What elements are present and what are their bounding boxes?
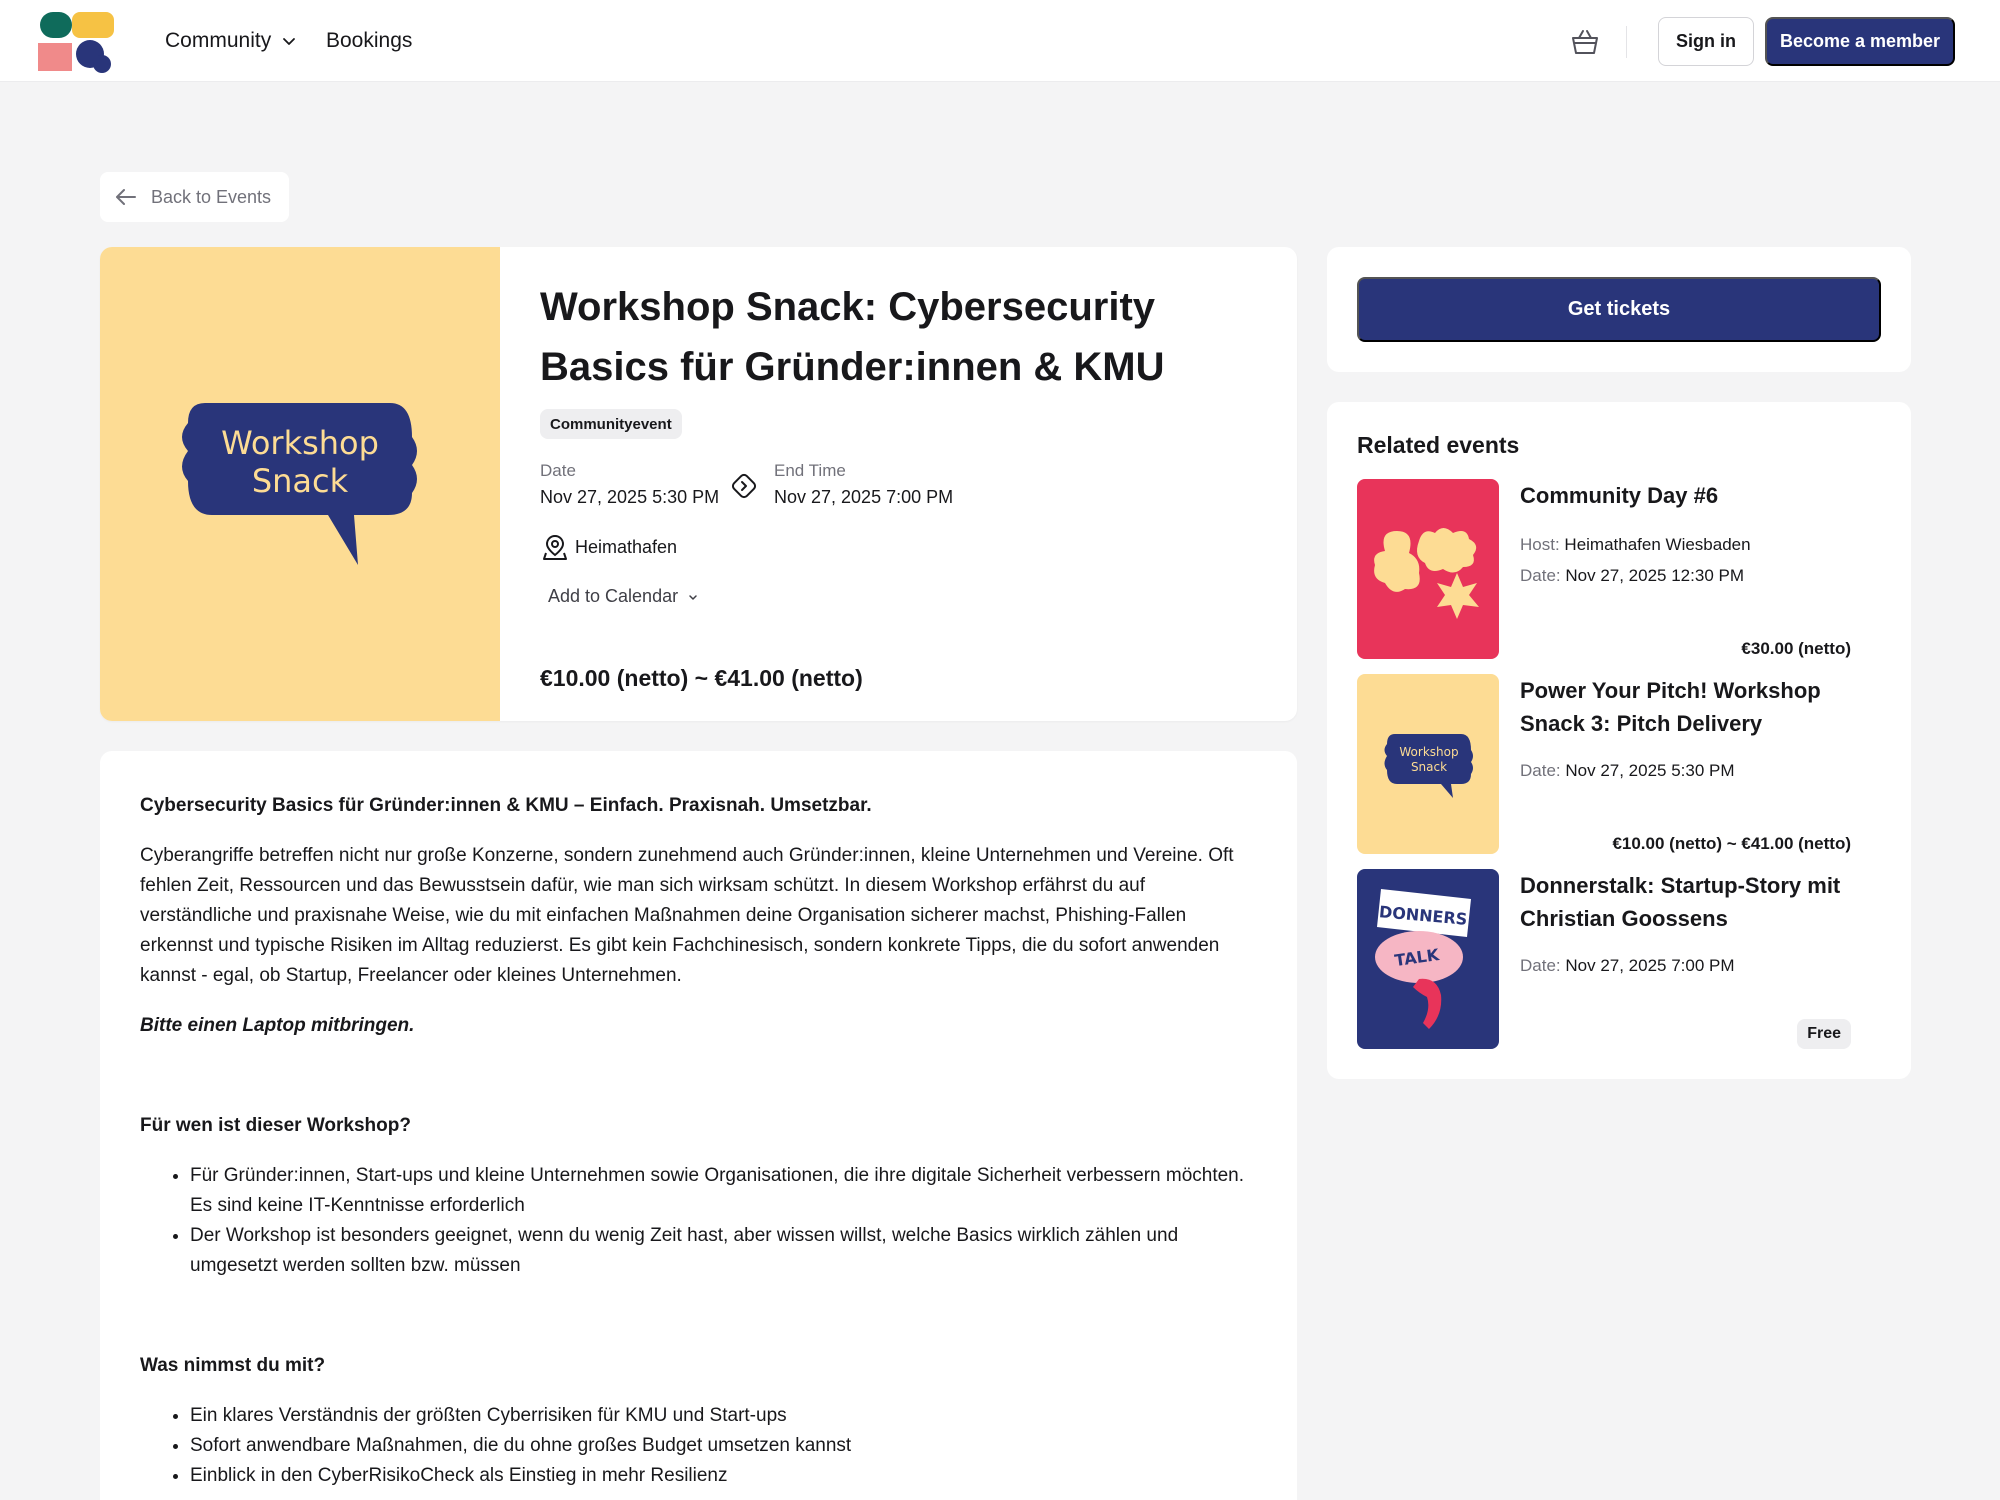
nav-community-label: Community [165,29,272,52]
related-event-host: Host: Heimathafen Wiesbaden [1520,535,1751,555]
related-event-item[interactable]: Workshop Snack Power Your Pitch! Worksho… [1357,674,1881,854]
community-day-artwork-icon [1374,528,1479,619]
cover-text-line1: Workshop [221,424,379,462]
heimathafen-logo-icon[interactable] [38,10,114,74]
workshop-snack-speech-bubble-icon: Workshop Snack [1384,734,1473,798]
event-price: €10.00 (netto) ~ €41.00 (netto) [540,665,863,691]
add-to-calendar-label: Add to Calendar [548,586,679,606]
sign-in-button[interactable]: Sign in [1658,17,1754,66]
description-intro: Cyberangriffe betreffen nicht nur große … [140,845,1234,986]
back-label: Back to Events [151,186,272,207]
tickets-card: Get tickets [1327,247,1911,372]
host-value: Heimathafen Wiesbaden [1564,535,1751,554]
time-range-icon [731,473,757,499]
event-description-card: Cybersecurity Basics für Gründer:innen &… [100,751,1297,1500]
related-event-title: Community Day #6 [1520,483,1719,508]
target-audience-heading: Für wen ist dieser Workshop? [140,1115,411,1136]
get-tickets-button[interactable]: Get tickets [1357,277,1881,342]
event-category-badge: Communityevent [540,409,682,439]
date-key: Date: [1520,956,1561,975]
event-summary-card: Workshop Snack Workshop Snack: Cybersecu… [100,247,1297,721]
related-event-date: Date: Nov 27, 2025 7:00 PM [1520,956,1735,976]
related-events-heading: Related events [1357,432,1520,458]
list-item: Für Gründer:innen, Start-ups und kleine … [190,1161,1260,1221]
event-cover-image: Workshop Snack [100,247,500,721]
list-item: Der Workshop ist besonders geeignet, wen… [190,1221,1260,1281]
nav-bookings-link[interactable]: Bookings [326,26,412,56]
takeaways-list: Ein klares Verständnis der größten Cyber… [190,1401,1260,1491]
date-key: Date: [1520,761,1561,780]
related-event-thumbnail: Workshop Snack [1357,674,1499,854]
description-heading: Cybersecurity Basics für Gründer:innen &… [140,795,872,816]
back-to-events-button[interactable]: Back to Events [100,172,289,222]
location-pin-icon [543,534,567,560]
takeaways-heading: Was nimmst du mit? [140,1355,326,1376]
related-events-card: Related events Community Day #6 Host: He… [1327,402,1911,1079]
date-value: Nov 27, 2025 5:30 PM [1565,761,1735,780]
date-key: Date: [1520,566,1561,585]
list-item: Ein klares Verständnis der größten Cyber… [190,1401,1260,1431]
header-divider [1626,26,1627,58]
workshop-snack-speech-bubble-icon: Workshop Snack [182,403,417,565]
date-value: Nov 27, 2025 7:00 PM [1565,956,1735,975]
nav-bookings-label: Bookings [326,29,413,52]
related-event-title: Donnerstalk: Startup-Story mit Christian… [1520,873,1841,931]
become-member-button[interactable]: Become a member [1765,17,1955,66]
related-event-item[interactable]: DONNERS TALK Donnerstalk: Startup-Story … [1357,869,1881,1049]
chevron-down-icon [283,38,296,45]
host-key: Host: [1520,535,1560,554]
arrow-left-icon [116,189,136,205]
cover-text-line2: Snack [252,462,349,500]
thumb-text-line1: Workshop [1399,745,1458,759]
donnerstalk-artwork-icon: DONNERS TALK [1375,889,1471,1029]
laptop-note: Bitte einen Laptop mitbringen. [140,1015,415,1036]
top-navigation-bar: Community Bookings Sign in Become a memb… [0,0,2000,82]
end-time-label: End Time [774,461,846,480]
nav-community-dropdown[interactable]: Community [165,26,297,56]
end-time-value: Nov 27, 2025 7:00 PM [774,487,954,507]
related-event-date: Date: Nov 27, 2025 5:30 PM [1520,761,1735,781]
add-to-calendar-dropdown[interactable]: Add to Calendar [548,586,698,607]
related-event-price: €10.00 (netto) ~ €41.00 (netto) [1612,834,1851,853]
location-value: Heimathafen [575,537,678,557]
related-event-date: Date: Nov 27, 2025 12:30 PM [1520,566,1744,586]
related-event-price: €30.00 (netto) [1741,639,1851,658]
related-event-thumbnail: DONNERS TALK [1357,869,1499,1049]
related-event-price-badge: Free [1797,1019,1851,1049]
thumb-text-line2: Snack [1411,760,1447,774]
related-event-title: Power Your Pitch! Workshop Snack 3: Pitc… [1520,678,1821,736]
date-value: Nov 27, 2025 5:30 PM [540,487,720,507]
date-label: Date [540,461,576,480]
basket-icon[interactable] [1570,28,1600,56]
related-event-item[interactable]: Community Day #6 Host: Heimathafen Wiesb… [1357,479,1881,659]
event-title: Workshop Snack: Cybersecurity Basics für… [540,285,1165,389]
target-audience-list: Für Gründer:innen, Start-ups und kleine … [190,1161,1260,1281]
event-description: Cybersecurity Basics für Gründer:innen &… [140,791,1260,1500]
list-item: Sofort anwendbare Maßnahmen, die du ohne… [190,1431,1260,1461]
date-value: Nov 27, 2025 12:30 PM [1565,566,1744,585]
list-item: Einblick in den CyberRisikoCheck als Ein… [190,1461,1260,1491]
chevron-down-icon [689,594,697,600]
related-event-thumbnail [1357,479,1499,659]
